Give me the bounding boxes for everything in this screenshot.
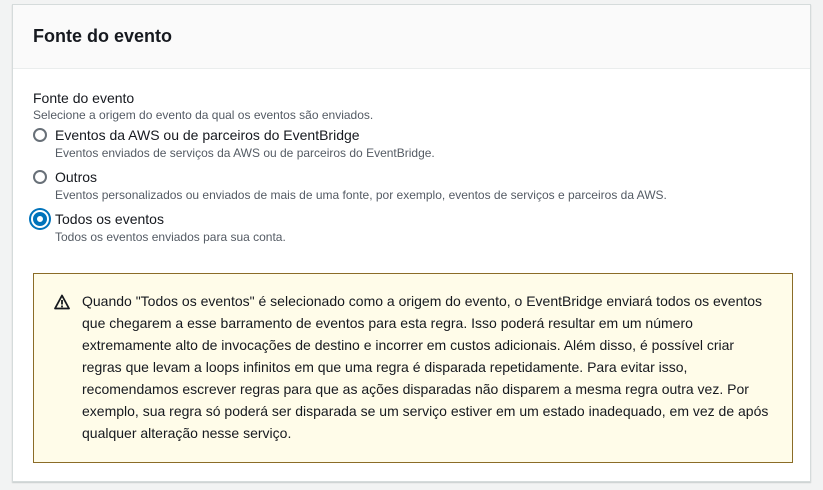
event-source-radio-group: Eventos da AWS ou de parceiros do EventB…: [33, 126, 792, 245]
radio-button[interactable]: [33, 170, 47, 184]
radio-option-label[interactable]: Outros: [55, 168, 792, 187]
radio-option-all-events[interactable]: Todos os eventos Todos os eventos enviad…: [33, 210, 792, 245]
event-source-panel: Fonte do evento Fonte do evento Selecion…: [12, 4, 811, 482]
radio-option-label[interactable]: Eventos da AWS ou de parceiros do EventB…: [55, 126, 792, 145]
radio-button-selected[interactable]: [33, 212, 47, 226]
radio-option-label[interactable]: Todos os eventos: [55, 211, 164, 227]
panel-body: Fonte do evento Selecione a origem do ev…: [13, 69, 810, 245]
radio-option-other[interactable]: Outros Eventos personalizados ou enviado…: [33, 168, 792, 203]
event-source-label: Fonte do evento: [33, 90, 135, 106]
warning-alert: Quando "Todos os eventos" é selecionado …: [33, 273, 793, 463]
warning-icon: [54, 294, 70, 310]
radio-option-description: Eventos enviados de serviços da AWS ou d…: [55, 146, 435, 160]
panel-header: Fonte do evento: [13, 5, 810, 69]
radio-option-description: Todos os eventos enviados para sua conta…: [55, 230, 286, 244]
radio-option-description: Eventos personalizados ou enviados de ma…: [55, 188, 667, 202]
radio-button[interactable]: [33, 128, 47, 142]
warning-alert-text: Quando "Todos os eventos" é selecionado …: [82, 293, 769, 441]
radio-option-aws-partner-events[interactable]: Eventos da AWS ou de parceiros do EventB…: [33, 126, 792, 161]
event-source-description: Selecione a origem do evento da qual os …: [33, 108, 374, 122]
panel-title: Fonte do evento: [33, 26, 172, 46]
